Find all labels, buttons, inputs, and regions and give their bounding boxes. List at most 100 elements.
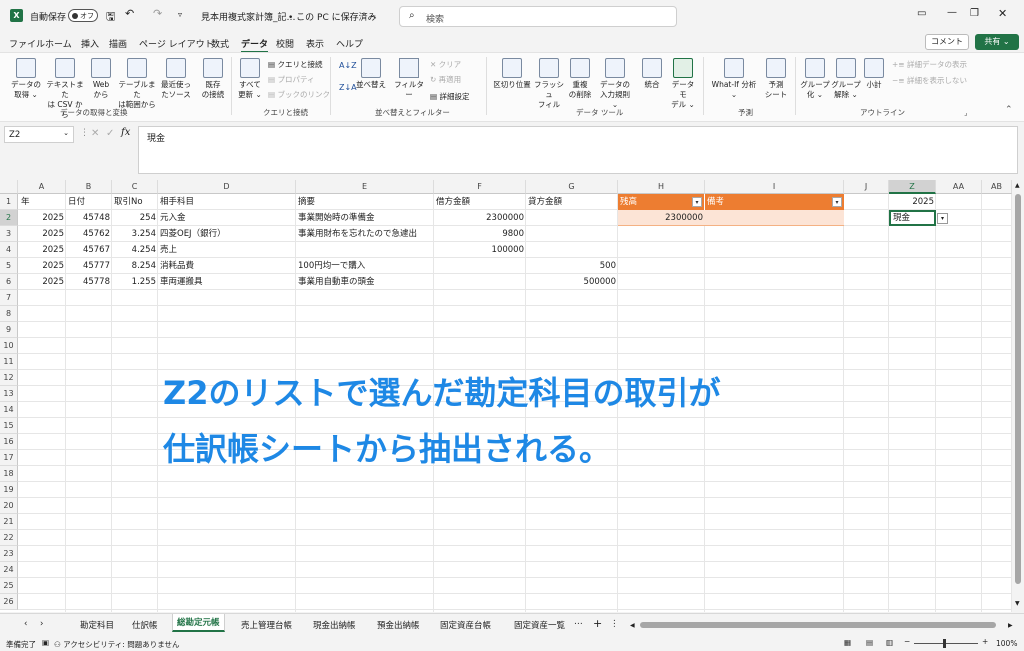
- add-sheet-icon[interactable]: +: [589, 615, 606, 632]
- cell-E1[interactable]: 摘要: [296, 194, 317, 210]
- zoom-level[interactable]: 100%: [996, 639, 1017, 648]
- data-validation-button[interactable]: データの 入力規則 ⌄: [596, 58, 634, 110]
- cell-B6[interactable]: 45778: [66, 274, 112, 290]
- row-header-5[interactable]: 5: [0, 258, 18, 274]
- row-header-13[interactable]: 13: [0, 386, 18, 402]
- ribbon-display-icon[interactable]: ▭: [917, 8, 926, 19]
- tab-help[interactable]: ヘルプ: [336, 37, 363, 50]
- hscroll-left-icon[interactable]: ◀: [626, 620, 639, 631]
- scroll-up-icon[interactable]: ▲: [1015, 182, 1020, 189]
- tabs-more-icon[interactable]: ⋮: [606, 617, 623, 631]
- row-header-1[interactable]: 1: [0, 194, 18, 210]
- normal-view-icon[interactable]: ▦: [844, 638, 851, 647]
- row-header-24[interactable]: 24: [0, 562, 18, 578]
- more-tabs-icon[interactable]: ⋯: [570, 617, 587, 631]
- tab-data[interactable]: データ: [241, 37, 269, 53]
- sheet-tab-fixed-assets-list[interactable]: 固定資産一覧: [510, 617, 568, 633]
- column-header-F[interactable]: F: [434, 180, 526, 194]
- row-header-25[interactable]: 25: [0, 578, 18, 594]
- column-header-G[interactable]: G: [526, 180, 618, 194]
- row-header-22[interactable]: 22: [0, 530, 18, 546]
- row-header-21[interactable]: 21: [0, 514, 18, 530]
- sheet-tab-general-ledger[interactable]: 総勘定元帳: [172, 614, 225, 632]
- sort-za-icon[interactable]: Z↓A: [339, 83, 357, 92]
- row-header-26[interactable]: 26: [0, 594, 18, 610]
- hide-detail-button[interactable]: −≡ 詳細を表示しない: [892, 75, 967, 86]
- sheet-tab-accounts[interactable]: 勘定科目: [76, 617, 118, 633]
- spreadsheet-grid[interactable]: A B C D E F G H I J Z AA AB 1 2 3 4 5 6 7 8 9 10 11 12 13 14 15 16 1…: [0, 180, 1012, 612]
- properties-button[interactable]: ▤ プロパティ: [268, 74, 315, 85]
- tab-scroll-right-icon[interactable]: ›: [36, 617, 47, 631]
- recent-sources-button[interactable]: 最近使っ たソース: [160, 58, 192, 100]
- dialog-launcher-icon[interactable]: ⌟: [964, 108, 968, 117]
- tab-file[interactable]: ファイル: [9, 37, 45, 50]
- filter-dropdown-icon[interactable]: ▾: [832, 197, 842, 207]
- get-data-button[interactable]: データの 取得 ⌄: [8, 58, 44, 100]
- scroll-thumb[interactable]: [1015, 194, 1021, 584]
- cell-A3[interactable]: 2025: [18, 226, 66, 242]
- cell-E3[interactable]: 事業用財布を忘れたので急遽出: [296, 226, 419, 242]
- cell-E5[interactable]: 100円均一で購入: [296, 258, 367, 274]
- zoom-in-icon[interactable]: +: [982, 637, 988, 646]
- column-header-AB[interactable]: AB: [982, 180, 1012, 194]
- cell-D1[interactable]: 相手科目: [158, 194, 196, 210]
- hscroll-right-icon[interactable]: ▶: [1004, 620, 1017, 631]
- sheet-tab-fixed-assets[interactable]: 固定資産台帳: [436, 617, 495, 633]
- column-header-I[interactable]: I: [705, 180, 844, 194]
- show-detail-button[interactable]: +≡ 詳細データの表示: [892, 59, 967, 70]
- save-icon[interactable]: 🖫: [106, 8, 115, 27]
- refresh-all-button[interactable]: すべて 更新 ⌄: [236, 58, 264, 100]
- zoom-slider[interactable]: [914, 639, 978, 648]
- cell-B4[interactable]: 45767: [66, 242, 112, 258]
- cell-C2[interactable]: 254: [112, 210, 158, 226]
- cell-B5[interactable]: 45777: [66, 258, 112, 274]
- row-header-9[interactable]: 9: [0, 322, 18, 338]
- queries-connections-button[interactable]: ▤ クエリと接続: [268, 59, 322, 70]
- scroll-down-icon[interactable]: ▼: [1015, 600, 1020, 607]
- flash-fill-button[interactable]: フラッシュ フィル: [534, 58, 564, 110]
- what-if-button[interactable]: What-If 分析 ⌄: [708, 58, 760, 100]
- cell-C6[interactable]: 1.255: [112, 274, 158, 290]
- reapply-button[interactable]: ↻ 再適用: [430, 74, 461, 85]
- column-header-H[interactable]: H: [618, 180, 705, 194]
- cell-D2[interactable]: 元入金: [158, 210, 188, 226]
- cell-A5[interactable]: 2025: [18, 258, 66, 274]
- consolidate-button[interactable]: 統合: [640, 58, 664, 90]
- list-dropdown-button[interactable]: ▾: [937, 213, 948, 224]
- document-title[interactable]: 見本用複式家計簿_記…: [201, 10, 296, 23]
- cell-G6[interactable]: 500000: [526, 274, 618, 290]
- comment-button[interactable]: コメント: [925, 34, 969, 50]
- tab-scroll-left-icon[interactable]: ‹: [20, 617, 31, 631]
- row-header-6[interactable]: 6: [0, 274, 18, 290]
- advanced-button[interactable]: ▤ 詳細設定: [430, 91, 469, 102]
- sort-az-icon[interactable]: A↓Z: [339, 61, 357, 70]
- sheet-tab-journal[interactable]: 仕訳帳: [128, 617, 162, 633]
- cell-D6[interactable]: 車両運搬具: [158, 274, 205, 290]
- share-button[interactable]: 共有 ⌄: [975, 34, 1019, 50]
- tab-page-layout[interactable]: ページ レイアウト: [139, 37, 214, 50]
- cell-B2[interactable]: 45748: [66, 210, 112, 226]
- text-to-columns-button[interactable]: 区切り位置: [492, 58, 532, 90]
- row-header-8[interactable]: 8: [0, 306, 18, 322]
- tab-review[interactable]: 校閲: [276, 37, 294, 50]
- column-header-C[interactable]: C: [112, 180, 158, 194]
- cell-A2[interactable]: 2025: [18, 210, 66, 226]
- autosave-toggle[interactable]: オフ: [68, 9, 98, 22]
- book-links-button[interactable]: ▤ ブックのリンク: [268, 89, 330, 100]
- table-header-balance[interactable]: 残高 ▾: [618, 194, 705, 210]
- cell-H2[interactable]: 2300000: [618, 210, 705, 226]
- cell-A1[interactable]: 年: [19, 194, 32, 210]
- row-header-15[interactable]: 15: [0, 418, 18, 434]
- cell-Z1[interactable]: 2025: [889, 194, 936, 210]
- row-header-7[interactable]: 7: [0, 290, 18, 306]
- cell-B1[interactable]: 日付: [66, 194, 87, 210]
- existing-connections-button[interactable]: 既存 の接続: [198, 58, 228, 100]
- chevron-down-icon[interactable]: ⌄: [369, 10, 376, 19]
- tab-draw[interactable]: 描画: [109, 37, 127, 50]
- row-header-14[interactable]: 14: [0, 402, 18, 418]
- column-header-J[interactable]: J: [844, 180, 889, 194]
- tab-insert[interactable]: 挿入: [81, 37, 99, 50]
- row-header-23[interactable]: 23: [0, 546, 18, 562]
- row-header-17[interactable]: 17: [0, 450, 18, 466]
- cell-B3[interactable]: 45762: [66, 226, 112, 242]
